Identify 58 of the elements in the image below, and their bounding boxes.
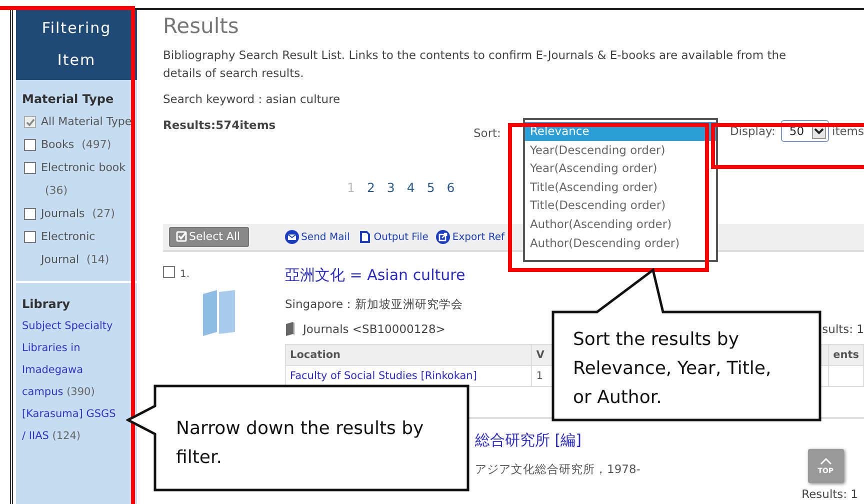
holdings-count: Results: 1 bbox=[802, 487, 858, 501]
sort-dropdown[interactable]: Relevance Year(Descending order) Year(Ascending order) Title(Ascending order) Title(Descending order) Author(Ascending order) Author(Descending order) bbox=[522, 118, 718, 262]
filter-option[interactable]: All Material Type bbox=[41, 110, 132, 133]
checkbox[interactable] bbox=[163, 266, 175, 278]
file-icon bbox=[358, 230, 372, 244]
sort-option[interactable]: Author(Ascending order) bbox=[524, 214, 716, 234]
envelope-icon bbox=[285, 230, 300, 244]
callout-text: Narrow down the results by filter. bbox=[176, 417, 425, 470]
publisher-text: アジア文化総合研究所，1978- bbox=[475, 462, 640, 477]
filter-option[interactable]: Books (497) bbox=[41, 133, 112, 156]
sort-option[interactable]: Year(Ascending order) bbox=[524, 159, 716, 178]
publisher-text: Singapore：新加坡亚洲研究学会 bbox=[285, 297, 464, 312]
material-type-text: Journals <SB10000128> bbox=[303, 322, 446, 336]
sort-option[interactable]: Author(Descending order) bbox=[524, 234, 716, 252]
section-title: Library bbox=[22, 297, 72, 311]
export-icon bbox=[436, 230, 450, 244]
page-link[interactable]: 6 bbox=[446, 180, 455, 195]
result-title-link[interactable]: 亞洲文化 = Asian culture bbox=[285, 266, 466, 285]
section-title: Material Type bbox=[22, 92, 115, 106]
checkbox[interactable] bbox=[24, 116, 36, 128]
result-number: 1. bbox=[180, 269, 190, 280]
toolbar-link[interactable]: Output File bbox=[358, 230, 428, 244]
library-link[interactable]: Subject Specialty Libraries in Imadegawa campus (390) bbox=[22, 315, 120, 403]
sort-option[interactable]: Title(Ascending order) bbox=[524, 178, 716, 196]
column-header: ents bbox=[828, 344, 864, 366]
check-icon bbox=[26, 118, 34, 126]
filter-option[interactable]: Electronic Journal (14) bbox=[41, 225, 133, 271]
column-header: Location bbox=[286, 344, 532, 366]
page-link[interactable]: 4 bbox=[406, 180, 415, 195]
keyword-text: Search keyword : asian culture bbox=[163, 92, 342, 106]
result-title-link[interactable]: 総合研究所 [編] bbox=[475, 431, 864, 450]
checkbox[interactable] bbox=[24, 139, 36, 151]
book-icon bbox=[285, 322, 295, 336]
page-link[interactable]: 2 bbox=[366, 180, 375, 195]
checkbox[interactable] bbox=[24, 231, 36, 243]
holdings-count: sults: 1 bbox=[822, 322, 864, 336]
caret-up-icon bbox=[820, 458, 832, 464]
display-label: Display: bbox=[730, 124, 776, 138]
sort-option[interactable]: Year(Descending order) bbox=[524, 140, 716, 160]
filter-option[interactable]: Journals (27) bbox=[41, 202, 115, 225]
book-icon bbox=[201, 288, 237, 336]
description-text: Bibliography Search Result List. Links to the contents to confirm E-Journals & E-books are available from the details of search results. bbox=[163, 47, 788, 82]
results-count: Results:574items bbox=[163, 118, 276, 134]
checkbox-icon bbox=[176, 231, 187, 242]
toolbar-link[interactable]: Export Ref bbox=[436, 230, 505, 244]
checkbox[interactable] bbox=[24, 162, 36, 174]
sort-option[interactable]: Title(Descending order) bbox=[524, 196, 716, 215]
checkbox[interactable] bbox=[24, 208, 36, 220]
page-title: Results bbox=[163, 14, 240, 38]
sort-label: Sort: bbox=[473, 126, 501, 140]
toolbar-link[interactable]: Send Mail bbox=[285, 230, 350, 244]
sidebar-header: Filtering Item bbox=[16, 10, 137, 80]
display-unit: items bbox=[832, 124, 864, 138]
library-link[interactable]: [Karasuma] GSGS / IIAS (124) bbox=[22, 403, 120, 447]
filter-option[interactable]: Electronic book (36) bbox=[41, 156, 133, 202]
page-link[interactable]: 3 bbox=[386, 180, 395, 195]
select-all-button[interactable]: Select All bbox=[169, 227, 250, 247]
page-link[interactable]: 5 bbox=[426, 180, 435, 195]
